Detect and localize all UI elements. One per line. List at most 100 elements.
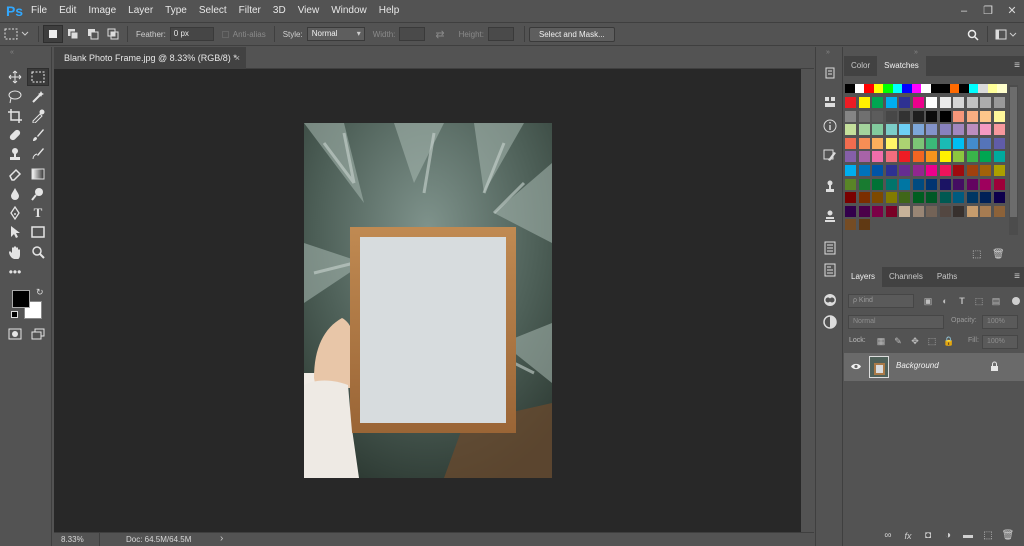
hand-tool[interactable] [4, 243, 26, 261]
swatch[interactable] [912, 97, 924, 108]
crop-tool[interactable] [4, 107, 26, 125]
swatch[interactable] [966, 205, 978, 217]
menu-edit[interactable]: Edit [53, 0, 82, 21]
status-menu-arrow-icon[interactable]: › [220, 533, 223, 544]
swatch[interactable] [993, 192, 1005, 204]
dock-collapse-icon[interactable]: » [826, 49, 830, 56]
visibility-eye-icon[interactable] [850, 362, 862, 371]
swatch[interactable] [980, 178, 991, 190]
new-adjustment-layer-icon[interactable]: ◑ [938, 528, 958, 544]
add-mask-icon[interactable]: ◘ [918, 528, 938, 544]
lock-position-icon[interactable]: ✥ [909, 335, 921, 347]
styles-panel-button[interactable] [821, 313, 839, 331]
swatch[interactable] [939, 205, 951, 217]
swatch[interactable] [926, 137, 937, 149]
swatch[interactable] [966, 124, 978, 136]
blur-tool[interactable] [4, 185, 26, 203]
swatch[interactable] [899, 178, 910, 190]
swatch[interactable] [872, 178, 883, 190]
swatch[interactable] [845, 192, 856, 204]
menu-filter[interactable]: Filter [233, 0, 267, 21]
vertical-scrollbar[interactable] [801, 69, 814, 532]
swatch[interactable] [959, 84, 969, 93]
swatch[interactable] [872, 192, 883, 204]
swatch[interactable] [858, 151, 870, 163]
marquee-tool[interactable] [27, 68, 49, 86]
swatch[interactable] [858, 124, 870, 136]
feather-input[interactable]: 0 px [169, 27, 214, 41]
swatch[interactable] [939, 137, 951, 149]
height-input[interactable] [487, 27, 514, 41]
menu-view[interactable]: View [292, 0, 326, 21]
swatch[interactable] [939, 97, 951, 108]
swatch[interactable] [966, 192, 978, 204]
swatch[interactable] [926, 151, 937, 163]
swatch[interactable] [883, 84, 893, 93]
filter-pixel-icon[interactable]: ▣ [922, 295, 934, 307]
fill-input[interactable]: 100% [982, 335, 1018, 349]
filter-smart-object-icon[interactable]: ▤ [990, 295, 1002, 307]
swatch[interactable] [864, 84, 874, 93]
close-button[interactable]: ✕ [1000, 0, 1024, 21]
dodge-tool[interactable] [27, 185, 49, 203]
edit-toolbar-button[interactable]: ••• [4, 263, 26, 281]
swatch[interactable] [899, 137, 910, 149]
scrollbar-thumb[interactable] [1010, 87, 1017, 217]
menu-layer[interactable]: Layer [122, 0, 159, 21]
swatch[interactable] [953, 151, 964, 163]
swatch[interactable] [912, 192, 924, 204]
zoom-level[interactable]: 8.33% [61, 535, 84, 544]
swatch[interactable] [912, 137, 924, 149]
intersect-selection-button[interactable] [103, 25, 123, 43]
swatch[interactable] [953, 192, 964, 204]
blend-mode-select[interactable]: Normal [848, 315, 944, 329]
swatches-scrollbar[interactable] [1009, 85, 1018, 235]
swatch[interactable] [872, 97, 883, 108]
properties-panel-button[interactable] [821, 93, 839, 111]
swatch[interactable] [872, 124, 883, 136]
delete-layer-icon[interactable]: 🗑 [998, 528, 1018, 544]
style-select[interactable]: Normal [306, 27, 365, 41]
swatch[interactable] [993, 137, 1005, 149]
magic-wand-tool[interactable] [27, 88, 49, 106]
filter-shape-icon[interactable]: ⬚ [973, 295, 985, 307]
swatch[interactable] [953, 165, 964, 176]
layers-menu-icon[interactable]: ≡ [1014, 267, 1020, 287]
add-selection-button[interactable] [63, 25, 83, 43]
swatch[interactable] [953, 97, 964, 108]
menu-select[interactable]: Select [193, 0, 233, 21]
layer-kind-filter[interactable]: ρ Kind [848, 294, 914, 308]
swatch[interactable] [845, 97, 856, 108]
move-tool[interactable] [4, 68, 26, 86]
swatch[interactable] [930, 84, 940, 93]
swatch[interactable] [968, 84, 978, 93]
new-selection-button[interactable] [43, 25, 63, 43]
type-tool[interactable]: T [27, 204, 49, 222]
menu-window[interactable]: Window [325, 0, 373, 21]
link-layers-icon[interactable]: ∞ [878, 528, 898, 544]
layer-effects-icon[interactable]: fx [898, 528, 918, 544]
swatch[interactable] [899, 165, 910, 176]
swatch[interactable] [953, 178, 964, 190]
swatch[interactable] [993, 165, 1005, 176]
swatch[interactable] [980, 97, 991, 108]
close-tab-icon[interactable]: × [235, 47, 240, 69]
search-button[interactable] [963, 26, 983, 44]
tool-preset-picker[interactable] [0, 25, 34, 43]
subtract-selection-button[interactable] [83, 25, 103, 43]
swatch[interactable] [845, 124, 856, 136]
swatch[interactable] [926, 165, 937, 176]
swatch[interactable] [953, 124, 964, 136]
swatch[interactable] [980, 165, 991, 176]
swatch[interactable] [978, 84, 988, 93]
zoom-tool[interactable] [27, 243, 49, 261]
swatch[interactable] [858, 178, 870, 190]
foreground-color-swatch[interactable] [12, 290, 30, 308]
swatch[interactable] [872, 137, 883, 149]
swatch[interactable] [926, 97, 937, 108]
menu-type[interactable]: Type [159, 0, 193, 21]
collapse-arrows-icon[interactable]: « [10, 49, 14, 56]
swatch[interactable] [845, 84, 855, 93]
swatch[interactable] [980, 110, 991, 122]
quick-mask-button[interactable] [4, 325, 26, 343]
